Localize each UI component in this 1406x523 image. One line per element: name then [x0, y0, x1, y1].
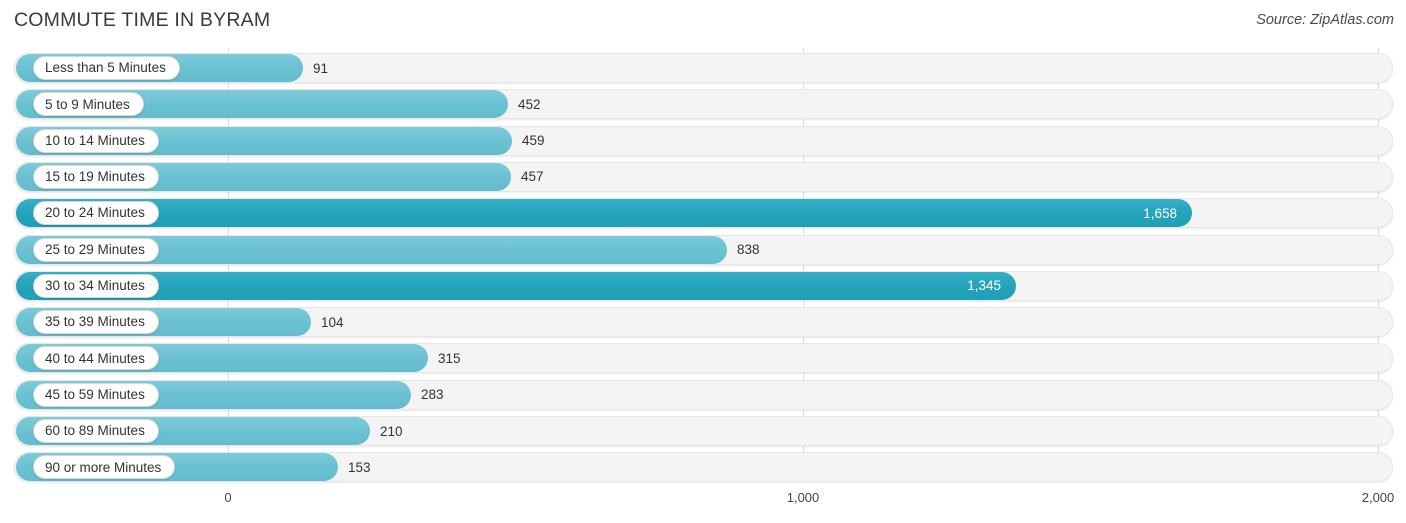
table-row[interactable]: Less than 5 Minutes 91	[0, 53, 1406, 83]
category-label-pill: 35 to 39 Minutes	[33, 310, 159, 335]
table-row[interactable]: 35 to 39 Minutes 104	[0, 307, 1406, 338]
category-label: 25 to 29 Minutes	[45, 241, 145, 257]
category-label-pill: 30 to 34 Minutes	[33, 273, 159, 298]
table-row[interactable]: 25 to 29 Minutes 838	[0, 234, 1406, 265]
category-label-pill: 20 to 24 Minutes	[33, 201, 159, 226]
category-label-pill: 10 to 14 Minutes	[33, 128, 159, 153]
category-label: 30 to 34 Minutes	[45, 278, 145, 294]
category-label-pill: 45 to 59 Minutes	[33, 382, 159, 407]
source-attribution: Source: ZipAtlas.com	[1256, 12, 1394, 28]
value-label: 91	[313, 60, 329, 76]
chart-plot-area: Less than 5 Minutes 91 5 to 9 Minutes 452 10…	[0, 48, 1406, 483]
category-label: 60 to 89 Minutes	[45, 423, 145, 439]
category-label: Less than 5 Minutes	[45, 60, 166, 76]
table-row[interactable]: 15 to 19 Minutes 457	[0, 161, 1406, 192]
x-axis-tick-label: 2,000	[1361, 490, 1395, 505]
table-row[interactable]: 10 to 14 Minutes 459	[0, 125, 1406, 156]
table-row[interactable]: 5 to 9 Minutes 452	[0, 89, 1406, 120]
category-label: 5 to 9 Minutes	[45, 96, 130, 112]
bar-rows: Less than 5 Minutes 91 5 to 9 Minutes 452 10…	[0, 48, 1406, 483]
value-label: 1,658	[1143, 205, 1177, 221]
category-label-pill: 25 to 29 Minutes	[33, 237, 159, 262]
category-label: 35 to 39 Minutes	[45, 314, 145, 330]
value-label: 452	[518, 96, 541, 112]
value-label: 283	[421, 387, 444, 403]
table-row[interactable]: 45 to 59 Minutes 283	[0, 379, 1406, 410]
value-label: 457	[521, 169, 544, 185]
category-label: 20 to 24 Minutes	[45, 205, 145, 221]
table-row[interactable]: 90 or more Minutes 153	[0, 452, 1406, 483]
value-label: 104	[321, 314, 344, 330]
category-label-pill: 60 to 89 Minutes	[33, 419, 159, 443]
category-label-pill: 90 or more Minutes	[33, 455, 176, 480]
x-axis-tick-label: 1,000	[786, 490, 820, 505]
category-label: 45 to 59 Minutes	[45, 386, 145, 402]
category-label-pill: Less than 5 Minutes	[33, 56, 180, 80]
value-label: 459	[522, 133, 545, 149]
chart-header: COMMUTE TIME IN BYRAM Source: ZipAtlas.c…	[0, 0, 1406, 46]
table-row[interactable]: 20 to 24 Minutes 1,658	[0, 198, 1406, 229]
value-label: 153	[348, 459, 371, 475]
table-row[interactable]: 30 to 34 Minutes 1,345	[0, 270, 1406, 301]
value-label: 1,345	[967, 278, 1001, 294]
value-label: 315	[438, 350, 461, 366]
category-label: 40 to 44 Minutes	[45, 350, 145, 366]
bar-fill[interactable]	[16, 199, 1192, 228]
x-axis: 0 1,000 2,000	[0, 480, 1406, 523]
category-label: 90 or more Minutes	[45, 459, 162, 475]
category-label: 10 to 14 Minutes	[45, 132, 145, 148]
x-axis-tick-label: 0	[224, 490, 232, 505]
category-label-pill: 5 to 9 Minutes	[33, 92, 144, 117]
page-title: COMMUTE TIME IN BYRAM	[14, 9, 271, 31]
bar-fill[interactable]	[16, 271, 1016, 300]
category-label-pill: 40 to 44 Minutes	[33, 346, 159, 371]
value-label: 210	[380, 423, 403, 439]
table-row[interactable]: 40 to 44 Minutes 315	[0, 343, 1406, 374]
category-label: 15 to 19 Minutes	[45, 169, 145, 185]
table-row[interactable]: 60 to 89 Minutes 210	[0, 416, 1406, 446]
value-label: 838	[737, 242, 760, 257]
category-label-pill: 15 to 19 Minutes	[33, 164, 159, 189]
